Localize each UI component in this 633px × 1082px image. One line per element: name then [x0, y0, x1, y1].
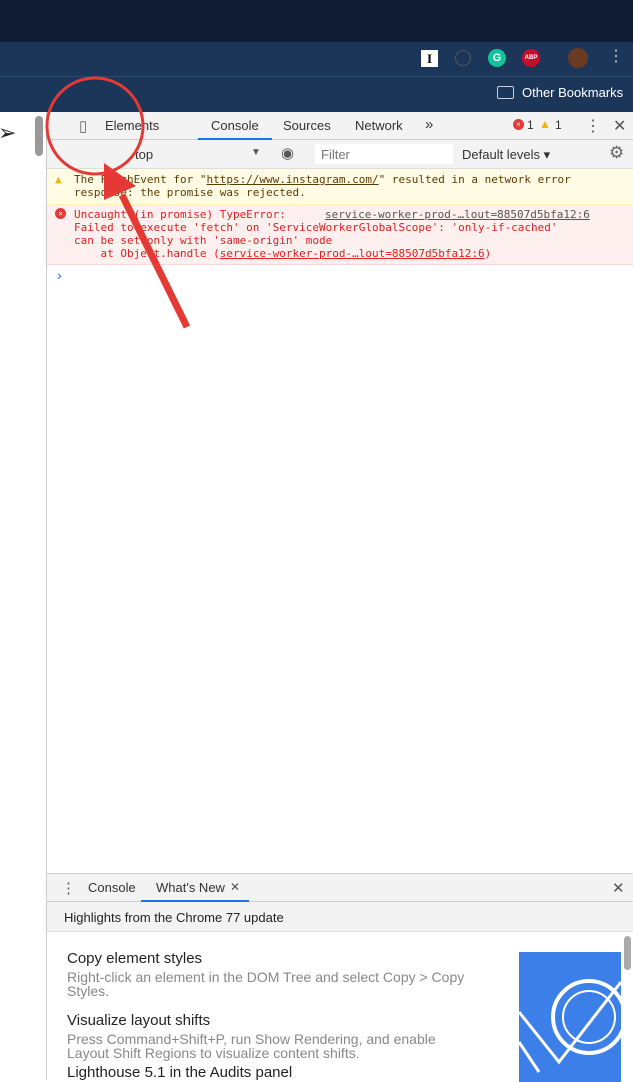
error-count[interactable]: 1	[527, 118, 534, 132]
devtools-tabs: ▯ Elements Console Sources Network » × 1…	[47, 112, 633, 140]
instapaper-icon[interactable]: I	[421, 50, 438, 67]
adblock-plus-icon[interactable]: ABP	[522, 49, 540, 67]
tab-console[interactable]: Console	[211, 118, 259, 133]
context-selector[interactable]: top	[135, 147, 153, 162]
log-levels-dropdown[interactable]: Default levels ▾	[462, 147, 550, 163]
source-link[interactable]: service-worker-prod-…lout=88507d5bfa12:6	[325, 208, 590, 221]
menu-icon[interactable]: ⋮	[608, 46, 624, 66]
whats-new-item[interactable]: Copy element styles Right-click an elemen…	[67, 950, 467, 1012]
drawer-tabs: ⋮ Console What's New ✕ ✕	[47, 874, 633, 902]
settings-gear-icon[interactable]: ⚙	[609, 143, 624, 163]
scrollbar[interactable]	[35, 116, 43, 156]
browser-toolbar: ⊕ ☆ I G ABP ⋮	[0, 42, 633, 115]
eye-icon[interactable]: ◉	[281, 144, 294, 162]
grammarly-icon[interactable]: G	[488, 49, 506, 67]
close-devtools-icon[interactable]: ✕	[613, 116, 626, 136]
filter-input[interactable]	[315, 144, 453, 164]
drawer-menu-icon[interactable]: ⋮	[61, 879, 76, 897]
send-icon: ➢	[0, 120, 17, 145]
console-prompt[interactable]: ›	[57, 267, 62, 283]
warning-icon: ▲	[55, 173, 62, 186]
highlights-header: Highlights from the Chrome 77 update	[47, 902, 633, 932]
close-tab-icon[interactable]: ✕	[230, 880, 240, 894]
context-dropdown-icon[interactable]: ▼	[251, 147, 261, 158]
error-icon: ×	[513, 119, 524, 130]
drawer-scrollbar[interactable]	[624, 936, 631, 970]
tab-sources[interactable]: Sources	[283, 118, 331, 133]
whats-new-list: Copy element styles Right-click an elemen…	[67, 950, 467, 1081]
warning-count[interactable]: 1	[555, 118, 562, 132]
info-icon[interactable]	[455, 50, 471, 66]
bookmarks-bar: Other Bookmarks	[0, 76, 633, 112]
title-bar	[0, 0, 633, 42]
devtools-menu-icon[interactable]: ⋮	[585, 116, 601, 136]
drawer: ⋮ Console What's New ✕ ✕ Highlights from…	[47, 873, 633, 1082]
toggle-device-toolbar-icon[interactable]: ▯	[79, 117, 87, 135]
chrome-77-banner-image	[519, 952, 621, 1082]
other-bookmarks[interactable]: Other Bookmarks	[522, 85, 623, 100]
tab-elements[interactable]: Elements	[105, 118, 159, 133]
whats-new-item[interactable]: Visualize layout shifts Press Command+Shi…	[67, 1012, 467, 1064]
close-drawer-icon[interactable]: ✕	[612, 879, 625, 897]
link[interactable]: https://www.instagram.com/	[206, 173, 378, 186]
whats-new-item[interactable]: Lighthouse 5.1 in the Audits panel	[67, 1064, 467, 1081]
console-toolbar: top ▼ ◉ Default levels ▾ ⚙	[47, 140, 633, 169]
tab-network[interactable]: Network	[355, 118, 403, 133]
more-tabs-button[interactable]: »	[425, 116, 433, 133]
warning-icon: ▲	[539, 117, 551, 131]
drawer-tab-whats-new[interactable]: What's New	[156, 880, 225, 895]
drawer-tab-console[interactable]: Console	[88, 880, 136, 895]
error-icon: ×	[55, 208, 66, 219]
console-warning-message: ▲ The FetchEvent for "https://www.instag…	[47, 169, 633, 205]
folder-icon	[497, 86, 514, 99]
console-error-message: × Uncaught (in promise) TypeError: servic…	[47, 205, 633, 265]
page-viewport: ➢	[0, 112, 47, 1080]
profile-avatar[interactable]	[568, 48, 588, 68]
stack-link[interactable]: service-worker-prod-…lout=88507d5bfa12:6	[220, 247, 485, 260]
devtools: ▯ Elements Console Sources Network » × 1…	[47, 112, 633, 1082]
